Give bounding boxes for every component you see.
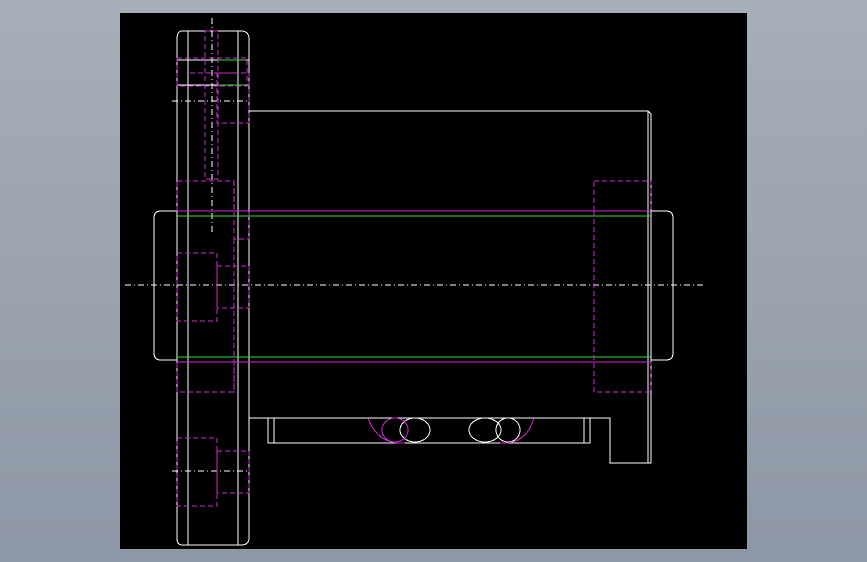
hidden-groove-mid [216,265,250,309]
cad-viewport[interactable] [120,13,747,549]
hidden-seal-pocket [176,361,235,393]
return-tube-outline [267,417,591,444]
hidden-groove-bottom [216,450,250,494]
hidden-right-pocket-bottom [593,361,652,393]
cad-drawing [125,18,703,546]
body-outline [249,110,652,464]
flange [176,30,250,546]
body [249,110,652,464]
ball-circle [495,417,521,443]
centerlines [125,18,703,472]
hidden-nut-groove [233,210,250,240]
hidden-bolt-bottom [176,437,218,507]
hidden-right-pocket-top [593,180,652,212]
return-tube [267,417,591,444]
return-tube-hidden [367,417,535,444]
ball-circle-hidden [381,417,409,443]
hidden-recess-mid [176,252,218,322]
hidden-seal-pocket [176,180,235,212]
hidden-recess [216,72,250,124]
screw-shaft [177,210,651,363]
hidden-features [176,30,652,507]
